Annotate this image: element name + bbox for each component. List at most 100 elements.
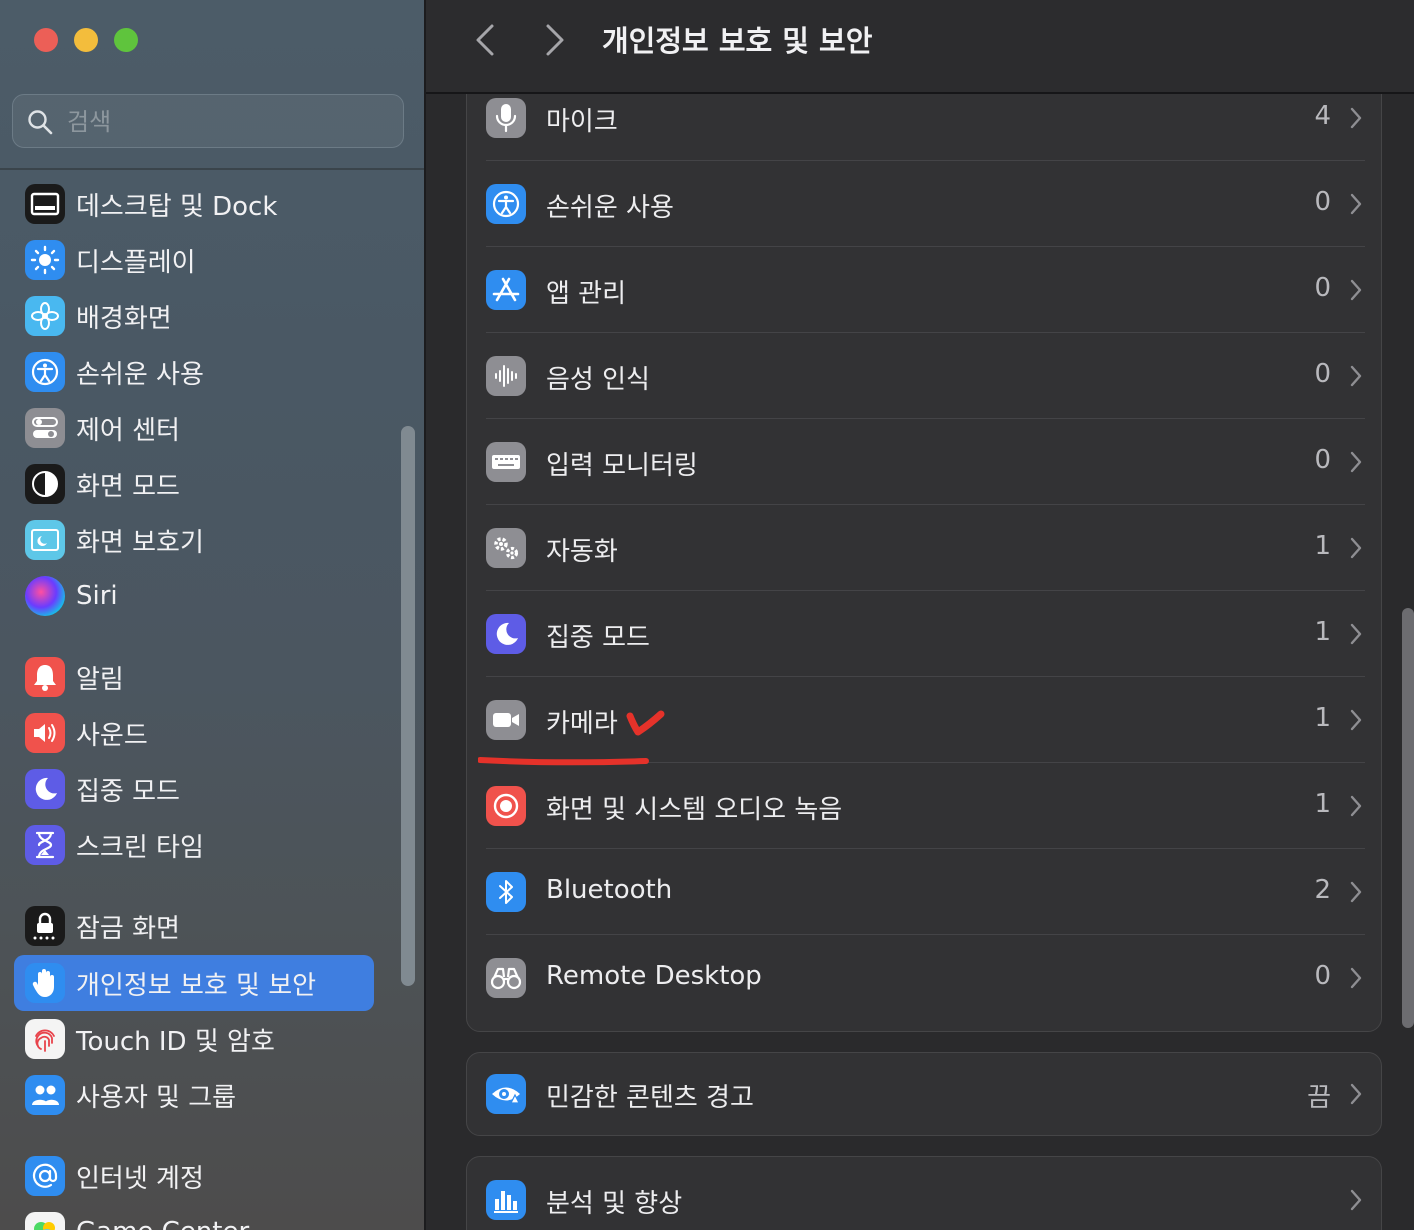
row-accessibility[interactable]: 손쉬운 사용 0 — [467, 161, 1383, 247]
sidebar-item-desktop-dock[interactable]: 데스크탑 및 Dock — [14, 176, 374, 232]
sidebar-item-screen-time[interactable]: 스크린 타임 — [14, 817, 374, 873]
zoom-window-button[interactable] — [114, 28, 138, 52]
sidebar-item-screen-saver[interactable]: 화면 보호기 — [14, 512, 374, 568]
sidebar-item-label: 배경화면 — [76, 303, 172, 334]
chevron-right-icon — [1350, 537, 1362, 559]
row-bluetooth[interactable]: Bluetooth 2 — [467, 849, 1383, 935]
moon-icon — [25, 769, 65, 809]
sidebar-item-label: Siri — [76, 581, 118, 611]
permissions-list: 마이크 4 손쉬운 사용 0 앱 관리 0 음성 인식 0 입력 모니터링 0 … — [466, 94, 1382, 1032]
sidebar-item-label: 화면 보호기 — [76, 527, 204, 558]
row-speech-recognition[interactable]: 음성 인식 0 — [467, 333, 1383, 419]
gears-icon — [486, 528, 526, 568]
eye-warning-icon — [486, 1074, 526, 1114]
sidebar-item-displays[interactable]: 디스플레이 — [14, 232, 374, 288]
record-icon — [486, 786, 526, 826]
row-analytics-improvements[interactable]: 분석 및 향상 — [467, 1157, 1383, 1230]
sidebar-item-users-groups[interactable]: 사용자 및 그룹 — [14, 1067, 374, 1123]
row-label: 입력 모니터링 — [546, 451, 698, 481]
chevron-left-icon[interactable] — [470, 22, 500, 58]
at-sign-icon — [25, 1156, 65, 1196]
chevron-right-icon — [1350, 1083, 1362, 1105]
sidebar-item-internet-accounts[interactable]: 인터넷 계정 — [14, 1148, 374, 1204]
sidebar-item-appearance[interactable]: 화면 모드 — [14, 456, 374, 512]
moon-icon — [486, 614, 526, 654]
sidebar-item-label: Touch ID 및 암호 — [76, 1026, 275, 1057]
screen-saver-icon — [25, 520, 65, 560]
accessibility-icon — [486, 184, 526, 224]
chevron-right-icon — [1350, 451, 1362, 473]
row-focus[interactable]: 집중 모드 1 — [467, 591, 1383, 677]
row-count: 4 — [1314, 101, 1331, 131]
row-sensitive-content-warning[interactable]: 민감한 콘텐츠 경고 끔 — [467, 1051, 1383, 1137]
chevron-right-icon — [1350, 623, 1362, 645]
analytics-group: 분석 및 향상 — [466, 1156, 1382, 1230]
sidebar-item-wallpaper[interactable]: 배경화면 — [14, 288, 374, 344]
row-label: 자동화 — [546, 537, 618, 567]
content-scrollbar[interactable] — [1402, 608, 1414, 1028]
row-count: 1 — [1314, 789, 1331, 819]
row-remote-desktop[interactable]: Remote Desktop 0 — [467, 935, 1383, 1021]
chevron-right-icon — [1350, 279, 1362, 301]
chevron-right-icon — [1350, 709, 1362, 731]
bluetooth-icon — [486, 872, 526, 912]
lock-icon — [25, 906, 65, 946]
close-window-button[interactable] — [34, 28, 58, 52]
sidebar-item-label: 집중 모드 — [76, 776, 180, 807]
microphone-icon — [486, 98, 526, 138]
chevron-right-icon — [1350, 1189, 1362, 1211]
sensitive-content-group: 민감한 콘텐츠 경고 끔 — [466, 1052, 1382, 1136]
row-label: 앱 관리 — [546, 279, 627, 309]
sidebar-item-touch-id[interactable]: Touch ID 및 암호 — [14, 1011, 374, 1067]
sidebar-divider — [0, 168, 424, 170]
row-count: 0 — [1314, 187, 1331, 217]
sidebar-item-label: 제어 센터 — [76, 415, 180, 446]
sidebar-item-accessibility[interactable]: 손쉬운 사용 — [14, 344, 374, 400]
game-center-icon — [25, 1212, 65, 1230]
row-app-management[interactable]: 앱 관리 0 — [467, 247, 1383, 333]
sidebar-item-notifications[interactable]: 알림 — [14, 649, 374, 705]
flower-icon — [25, 296, 65, 336]
row-label: 손쉬운 사용 — [546, 193, 674, 223]
row-label: 민감한 콘텐츠 경고 — [546, 1083, 754, 1113]
hand-icon — [25, 963, 65, 1003]
main-content: 마이크 4 손쉬운 사용 0 앱 관리 0 음성 인식 0 입력 모니터링 0 … — [426, 94, 1414, 1230]
sidebar-item-lock-screen[interactable]: 잠금 화면 — [14, 898, 374, 954]
sidebar-scrollbar[interactable] — [401, 426, 415, 986]
row-count: 1 — [1314, 703, 1331, 733]
chevron-right-icon — [1350, 967, 1362, 989]
chevron-right-icon[interactable] — [540, 22, 570, 58]
sidebar-item-sound[interactable]: 사운드 — [14, 705, 374, 761]
sidebar-item-label: 잠금 화면 — [76, 913, 180, 944]
desktop-dock-icon — [25, 184, 65, 224]
minimize-window-button[interactable] — [74, 28, 98, 52]
sidebar-item-control-center[interactable]: 제어 센터 — [14, 400, 374, 456]
sidebar-item-privacy-security[interactable]: 개인정보 보호 및 보안 — [14, 955, 374, 1011]
app-store-icon — [486, 270, 526, 310]
row-status: 끔 — [1307, 1083, 1331, 1113]
chevron-right-icon — [1350, 881, 1362, 903]
sidebar-item-focus[interactable]: 집중 모드 — [14, 761, 374, 817]
row-screen-audio-recording[interactable]: 화면 및 시스템 오디오 녹음 1 — [467, 763, 1383, 849]
siri-icon — [25, 576, 65, 616]
row-automation[interactable]: 자동화 1 — [467, 505, 1383, 591]
row-label: Remote Desktop — [546, 961, 762, 991]
sidebar-item-siri[interactable]: Siri — [14, 568, 374, 624]
row-label: Bluetooth — [546, 875, 673, 905]
row-count: 0 — [1314, 961, 1331, 991]
row-label: 분석 및 향상 — [546, 1189, 683, 1219]
appearance-icon — [25, 464, 65, 504]
accessibility-icon — [25, 352, 65, 392]
search-input[interactable] — [65, 103, 389, 141]
sun-icon — [25, 240, 65, 280]
sidebar-item-game-center[interactable]: Game Center — [14, 1204, 374, 1230]
row-microphone[interactable]: 마이크 4 — [467, 94, 1383, 161]
search-box[interactable] — [12, 94, 404, 148]
row-input-monitoring[interactable]: 입력 모니터링 0 — [467, 419, 1383, 505]
fingerprint-icon — [25, 1019, 65, 1059]
page-title: 개인정보 보호 및 보안 — [602, 24, 873, 58]
row-label: 음성 인식 — [546, 365, 650, 395]
sidebar-item-label: 사운드 — [76, 720, 148, 751]
hourglass-icon — [25, 825, 65, 865]
chevron-right-icon — [1350, 107, 1362, 129]
